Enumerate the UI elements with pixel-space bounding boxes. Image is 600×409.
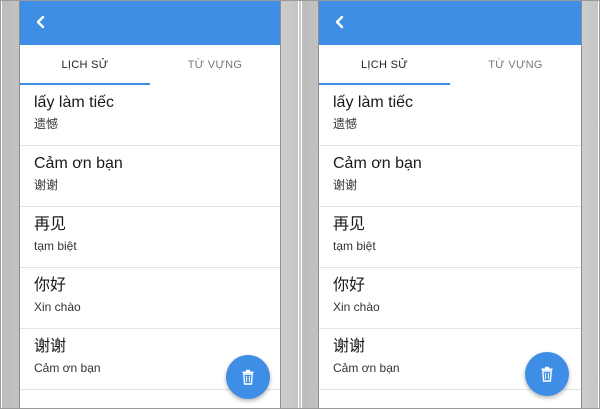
trash-icon [541,366,553,382]
item-word: 再见 [34,216,67,233]
list-item[interactable]: Cảm ơn bạn 谢谢 [319,146,581,207]
item-meaning: 遗憾 [34,117,59,131]
tab-bar: LỊCH SỬ TỪ VỰNG [20,45,280,85]
item-word: 你好 [333,277,366,294]
item-word: lấy làm tiếc [34,94,115,111]
item-meaning: Xin chào [34,300,81,314]
app-bar [319,1,581,45]
item-word: lấy làm tiếc [333,94,414,111]
tab-bar: LỊCH SỬ TỪ VỰNG [319,45,581,85]
phone-screen: LỊCH SỬ TỪ VỰNG lấy làm tiếc 遗憾 Cảm ơn b… [19,1,281,408]
item-word: 再见 [333,216,366,233]
phone-screen: LỊCH SỬ TỪ VỰNG lấy làm tiếc 遗憾 Cảm ơn b… [318,1,582,408]
delete-history-button[interactable] [525,352,569,396]
item-word: Cảm ơn bạn [34,155,123,172]
tab-history[interactable]: LỊCH SỬ [319,45,450,85]
tab-history[interactable]: LỊCH SỬ [20,45,150,85]
item-meaning: 谢谢 [34,178,59,192]
delete-history-button[interactable] [226,355,270,399]
item-meaning: 谢谢 [333,178,358,192]
tab-vocabulary[interactable]: TỪ VỰNG [450,45,581,85]
list-item[interactable]: lấy làm tiếc 遗憾 [319,85,581,146]
app-bar [20,1,280,45]
list-item[interactable]: lấy làm tiếc 遗憾 [20,85,280,146]
item-word: 你好 [34,277,67,294]
phone-right: LỊCH SỬ TỪ VỰNG lấy làm tiếc 遗憾 Cảm ơn b… [302,1,598,408]
item-meaning: tạm biệt [333,239,376,253]
back-button[interactable] [28,9,54,35]
tab-vocabulary[interactable]: TỪ VỰNG [150,45,280,85]
phone-left: LỊCH SỬ TỪ VỰNG lấy làm tiếc 遗憾 Cảm ơn b… [2,1,298,408]
list-item[interactable]: 你好 Xin chào [319,268,581,329]
item-meaning: 遗憾 [333,117,358,131]
list-item[interactable]: 再见 tạm biệt [20,207,280,268]
item-meaning: tạm biệt [34,239,77,253]
chevron-left-icon [36,15,45,29]
panel-divider [299,1,301,408]
back-button[interactable] [327,9,353,35]
trash-icon [242,369,254,385]
list-item[interactable]: Cảm ơn bạn 谢谢 [20,146,280,207]
list-item[interactable]: 再见 tạm biệt [319,207,581,268]
item-meaning: Xin chào [333,300,380,314]
list-item[interactable]: 你好 Xin chào [20,268,280,329]
chevron-left-icon [335,15,344,29]
item-word: Cảm ơn bạn [333,155,422,172]
